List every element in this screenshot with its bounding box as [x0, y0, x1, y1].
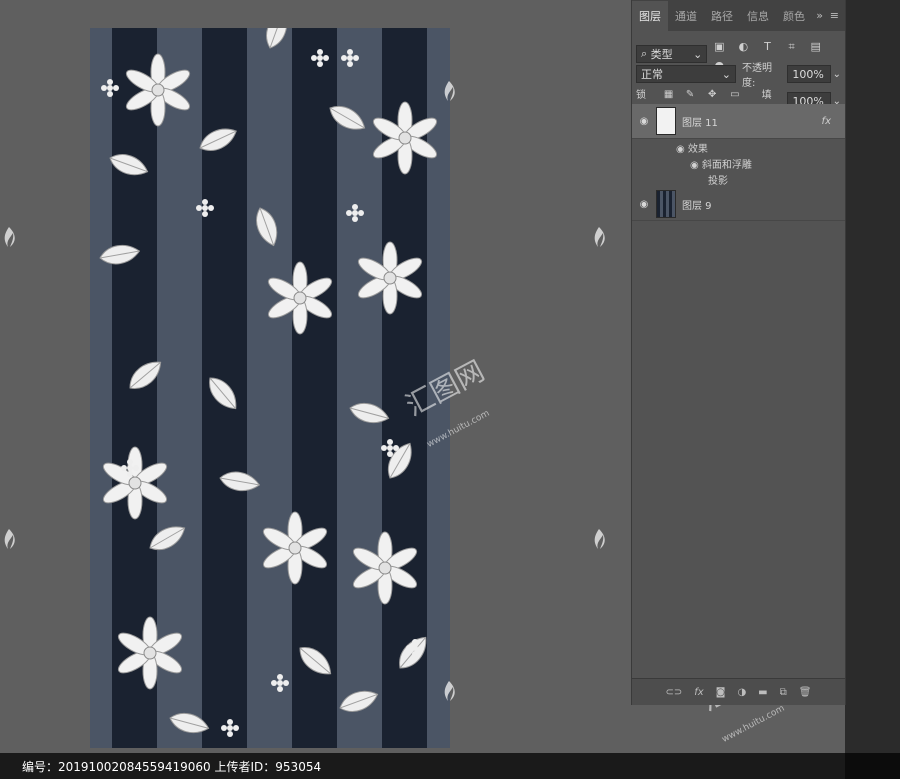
layers-panel: 图层 通道 路径 信息 颜色 » ≡ ⌕ 类型⌄ ▣ ◐ T ⌗ ▤ ● 正常⌄… — [631, 0, 846, 705]
chevron-down-icon: ⌄ — [721, 67, 731, 81]
opacity-field[interactable]: 100% — [787, 65, 831, 83]
new-layer-icon[interactable]: ⧉ — [780, 687, 787, 698]
watermark-flame-icon — [594, 227, 605, 247]
more-tabs-icon[interactable]: » — [816, 9, 823, 22]
tab-channels[interactable]: 通道 — [668, 8, 704, 31]
panel-tabs: 图层 通道 路径 信息 颜色 » ≡ — [632, 0, 845, 31]
layer-row-layer-9[interactable]: ◉ 图层 9 — [632, 188, 845, 221]
watermark-flame-icon — [444, 681, 455, 701]
watermark-flame-icon — [4, 227, 15, 247]
effect-label: 斜面和浮雕 — [701, 160, 752, 171]
new-group-icon[interactable]: ▬ — [758, 687, 767, 698]
watermark-url: www.huitu.com — [425, 408, 492, 450]
right-gutter — [845, 0, 900, 779]
effects-label: 效果 — [687, 144, 708, 155]
adjustment-layer-icon[interactable]: ◑ — [737, 687, 746, 698]
fx-icon[interactable]: fx — [822, 116, 831, 127]
visibility-eye-icon[interactable]: ◉ — [632, 116, 656, 127]
document-canvas[interactable] — [90, 28, 450, 748]
pixel-filter-icon[interactable]: ▣ — [712, 40, 726, 54]
caption-bar: 编号：20191002084559419060 上传者ID：953054 — [0, 753, 900, 779]
watermark-flame-icon — [444, 81, 455, 101]
adjustment-filter-icon[interactable]: ◐ — [736, 40, 750, 54]
opacity-value: 100% — [792, 67, 824, 81]
chevron-down-icon[interactable]: ⌄ — [833, 69, 841, 80]
layer-thumbnail — [656, 107, 676, 135]
link-layers-icon[interactable]: ⊂⊃ — [666, 687, 683, 698]
tab-color[interactable]: 颜色 — [776, 8, 812, 31]
smart-object-filter-icon[interactable]: ▤ — [809, 40, 823, 54]
effect-drop-shadow[interactable]: 投影 — [708, 172, 728, 187]
floral-pattern — [97, 28, 441, 738]
blend-mode-select[interactable]: 正常 ⌄ — [636, 65, 736, 83]
effect-label: 投影 — [708, 176, 728, 187]
add-style-icon[interactable]: fx — [694, 687, 703, 698]
type-filter-icon[interactable]: T — [761, 40, 775, 54]
visibility-eye-icon[interactable]: ◉ — [676, 144, 688, 155]
add-mask-icon[interactable]: ◙ — [716, 687, 726, 698]
tab-info[interactable]: 信息 — [740, 8, 776, 31]
lock-artboard-icon[interactable]: ▭ — [730, 89, 742, 100]
panel-footer: ⊂⊃ fx ◙ ◑ ▬ ⧉ 🗑 — [632, 678, 845, 705]
panel-menu-icon[interactable]: ≡ — [830, 9, 839, 22]
caption-text: 编号：20191002084559419060 上传者ID：953054 — [22, 759, 322, 774]
visibility-eye-icon[interactable]: ◉ — [632, 199, 656, 210]
effect-bevel-emboss[interactable]: ◉ 斜面和浮雕 — [690, 156, 752, 171]
lock-image-icon[interactable]: ✎ — [686, 89, 698, 100]
watermark-flame-icon — [4, 529, 15, 549]
tab-layers[interactable]: 图层 — [632, 1, 668, 31]
tab-paths[interactable]: 路径 — [704, 8, 740, 31]
trash-icon[interactable]: 🗑 — [799, 687, 812, 698]
blend-mode-value: 正常 — [641, 68, 663, 81]
effects-row[interactable]: ◉ 效果 — [676, 140, 708, 155]
lock-position-icon[interactable]: ✥ — [708, 89, 720, 100]
visibility-eye-icon[interactable]: ◉ — [690, 160, 702, 171]
layer-name: 图层 9 — [682, 200, 712, 212]
layer-thumbnail — [656, 190, 676, 218]
layer-row-layer-11[interactable]: ◉ 图层 11 fx — [632, 104, 845, 139]
shape-filter-icon[interactable]: ⌗ — [785, 40, 799, 54]
layer-name: 图层 11 — [682, 117, 718, 129]
lock-transparent-icon[interactable]: ▦ — [664, 89, 676, 100]
watermark-url: www.huitu.com — [720, 703, 787, 745]
watermark-flame-icon — [594, 529, 605, 549]
